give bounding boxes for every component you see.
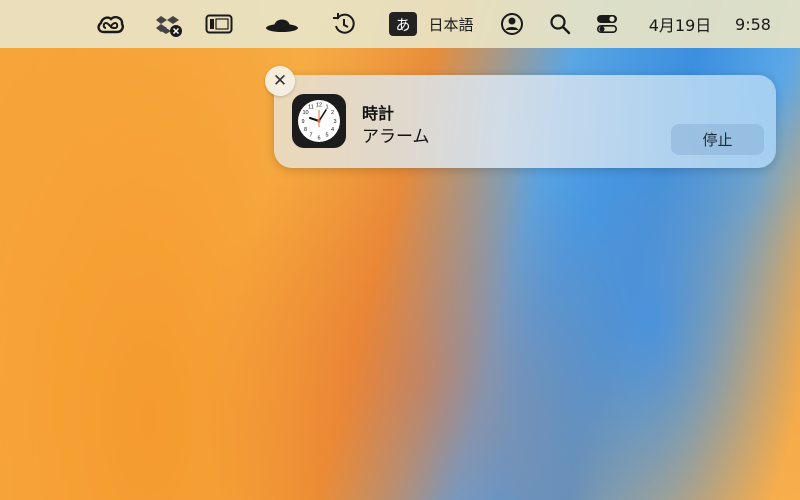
svg-text:8: 8 <box>304 127 307 133</box>
notification-app-name: 時計 <box>362 104 395 123</box>
notification-close-button[interactable]: ✕ <box>265 66 295 96</box>
input-mode-indicator[interactable]: あ <box>388 0 418 48</box>
svg-text:2: 2 <box>331 110 334 116</box>
svg-text:11: 11 <box>308 105 314 111</box>
menu-bar: あ 日本語 4月19日 9:58 <box>0 0 800 48</box>
menubar-date[interactable]: 4月19日 <box>640 0 720 48</box>
stop-alarm-button[interactable]: 停止 <box>671 124 764 155</box>
notification-body: アラーム <box>362 127 430 147</box>
time-machine-icon[interactable] <box>330 0 358 48</box>
dropbox-icon[interactable] <box>151 0 185 48</box>
svg-text:7: 7 <box>309 133 312 139</box>
window-icon[interactable] <box>203 0 235 48</box>
close-icon: ✕ <box>272 71 288 91</box>
svg-text:5: 5 <box>325 133 328 139</box>
svg-text:10: 10 <box>302 110 308 116</box>
svg-text:9: 9 <box>301 119 304 125</box>
clock-alarm-notification[interactable]: 12 1 2 3 4 5 6 7 8 9 10 11 時計 アラーム 停止 <box>274 75 776 168</box>
user-icon[interactable] <box>498 0 526 48</box>
creative-cloud-icon[interactable] <box>93 0 127 48</box>
hat-icon[interactable] <box>264 0 300 48</box>
input-source-label[interactable]: 日本語 <box>428 0 474 48</box>
search-icon[interactable] <box>546 0 574 48</box>
control-center-icon[interactable] <box>592 0 622 48</box>
svg-text:3: 3 <box>333 119 336 125</box>
svg-text:12: 12 <box>316 103 322 109</box>
menubar-time[interactable]: 9:58 <box>728 0 778 48</box>
svg-text:6: 6 <box>317 136 320 142</box>
clock-app-icon: 12 1 2 3 4 5 6 7 8 9 10 11 <box>292 94 346 148</box>
hiragana-mode-icon: あ <box>389 12 417 36</box>
svg-text:4: 4 <box>331 127 334 133</box>
